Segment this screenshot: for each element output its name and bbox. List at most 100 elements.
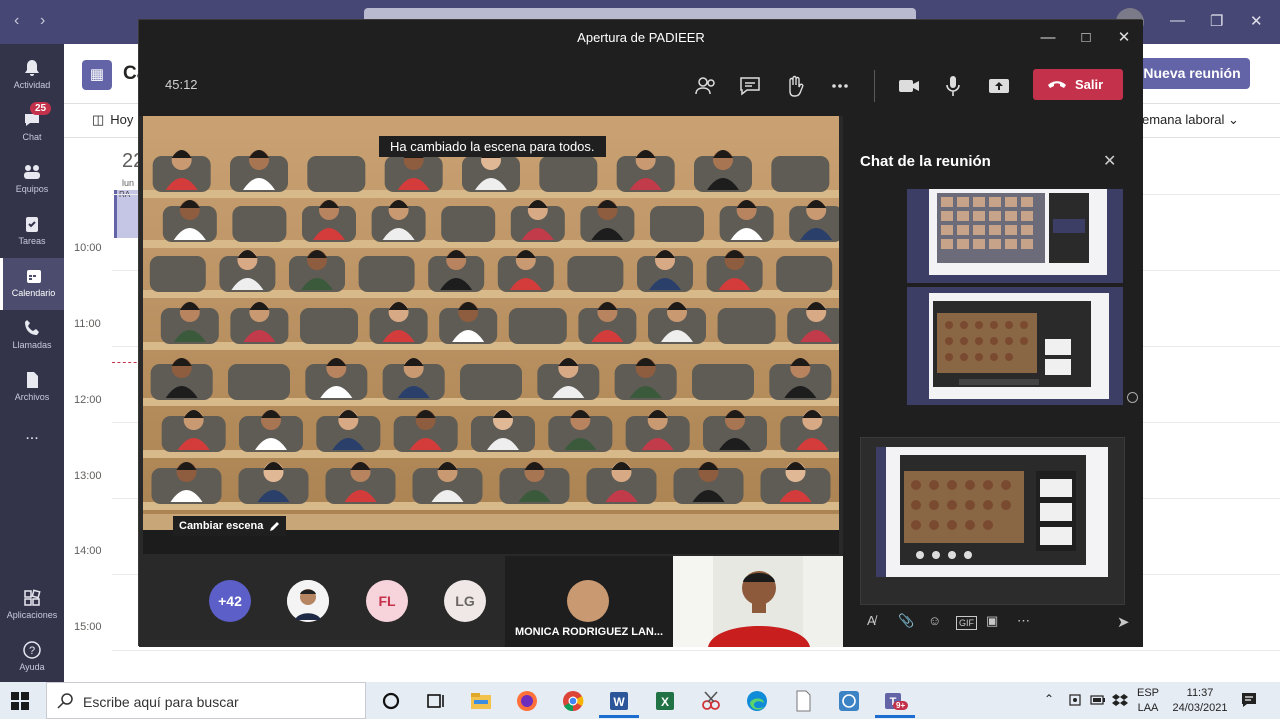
rail-label: Aplicaciones [6,610,58,620]
cortana-icon[interactable] [378,688,404,714]
rail-item-help[interactable]: ? Ayuda [0,632,64,684]
word-icon[interactable]: W [606,688,632,714]
participant-avatar[interactable] [287,580,329,622]
keyboard-language[interactable]: ESP LAA [1136,686,1160,716]
pasted-image [876,447,1108,577]
rail-label: Actividad [13,80,51,90]
chat-icon[interactable] [736,72,764,100]
view-selector[interactable]: emana laboral ⌄ [1142,112,1239,128]
clock-date: 24/03/2021 [1172,702,1228,714]
change-scene-button[interactable]: Cambiar escena [173,516,287,536]
taskbar-clock[interactable]: 11:37 24/03/2021 [1168,686,1232,716]
files-icon [27,372,38,388]
hang-up-icon [1048,81,1066,88]
new-meeting-button[interactable]: Nueva reunión [1134,58,1250,89]
taskbar-search-input[interactable]: Escribe aquí para buscar [46,682,366,719]
participants-icon[interactable] [692,72,720,100]
dropbox-icon[interactable] [1112,693,1128,707]
snipping-tool-icon[interactable] [698,688,724,714]
rail-item-activity[interactable]: Actividad [0,50,64,102]
close-icon[interactable]: ✕ [1250,12,1263,30]
chat-compose-area[interactable] [860,437,1125,605]
share-screen-icon[interactable] [985,72,1013,100]
participant-initials[interactable]: LG [444,580,486,622]
document-icon[interactable] [790,688,816,714]
close-icon[interactable]: ✕ [1103,151,1116,171]
send-icon[interactable]: ➤ [1117,613,1130,631]
calendar-event[interactable]: RA [114,190,138,238]
close-icon[interactable]: ✕ [1105,20,1143,56]
auditorium-seat [460,364,522,400]
hour-label: 13:00 [74,470,102,482]
avatar-photo [287,580,329,622]
format-icon[interactable]: A̸ [867,613,876,628]
raise-hand-icon[interactable] [782,72,810,100]
file-explorer-icon[interactable] [468,688,494,714]
leave-button[interactable]: Salir [1033,69,1123,100]
defender-icon[interactable] [1068,693,1082,707]
hour-label: 14:00 [74,545,102,557]
auditorium-seat [441,206,496,242]
rail-item-tasks[interactable]: Tareas [0,206,64,258]
excel-icon[interactable]: X [652,688,678,714]
rail-item-chat[interactable]: 25 Chat [0,102,64,154]
phone-icon [25,320,39,335]
compose-toolbar: A̸ 📎 ☺ GIF ▣ ⋯ ➤ [865,613,1135,635]
rail-item-apps[interactable]: Aplicaciones [0,580,64,632]
app-icon[interactable] [836,688,862,714]
more-participants-button[interactable]: +42 [209,580,251,622]
chrome-icon[interactable] [560,688,586,714]
minimize-icon[interactable]: — [1029,20,1067,56]
meeting-window: Apertura de PADIEER — □ ✕ 45:12 Salir Ha… [138,19,1143,647]
maximize-icon[interactable]: ❐ [1210,12,1223,30]
chat-message-image[interactable] [907,287,1123,405]
screenshot-thumbnail [921,189,1107,275]
participant-initials[interactable]: FL [366,580,408,622]
back-icon[interactable]: ‹ [14,12,19,30]
chat-message-image[interactable] [907,189,1123,283]
participant-tile[interactable]: MONICA RODRIGUEZ LAN... [505,556,673,647]
forward-icon[interactable]: › [40,12,45,30]
rail-item-files[interactable]: Archivos [0,362,64,414]
chat-panel: Chat de la reunión ✕ A̸ 📎 ☺ GIF ▣ ⋯ ➤ [843,116,1143,647]
teams-icon [24,165,40,179]
notification-center-icon[interactable] [1240,692,1258,708]
pasted-screenshot [876,447,1108,577]
svg-text:W: W [613,695,625,709]
clock-time: 11:37 [1186,687,1214,699]
edge-icon[interactable] [744,688,770,714]
windows-start-icon[interactable] [10,691,30,711]
rail-item-calendar[interactable]: Calendario [0,258,64,310]
auditorium-scene [143,116,839,554]
task-view-icon[interactable] [422,688,448,714]
more-options-icon[interactable] [826,72,854,100]
rail-item-teams[interactable]: Equipos [0,154,64,206]
meeting-toolbar: 45:12 Salir [139,56,1143,116]
chat-panel-title: Chat de la reunión [860,153,991,170]
auditorium-seat [300,308,358,344]
today-button[interactable]: ◫ Hoy [92,112,133,128]
chevron-up-icon[interactable]: ⌃ [1044,692,1054,707]
bell-icon [25,60,39,76]
svg-text:?: ? [29,645,35,657]
maximize-icon[interactable]: □ [1067,20,1105,56]
camera-icon[interactable] [895,72,923,100]
tasks-icon [26,217,38,232]
rail-item-calls[interactable]: Llamadas [0,310,64,362]
self-video-feed [673,556,843,647]
attach-icon[interactable]: 📎 [898,613,914,629]
hour-label: 12:00 [74,394,102,406]
gif-icon[interactable]: GIF [956,616,977,630]
rail-label: Calendario [11,288,56,298]
firefox-icon[interactable] [514,688,540,714]
emoji-icon[interactable]: ☺ [928,613,941,628]
minimize-icon[interactable]: — [1170,12,1185,29]
self-video-tile[interactable] [673,556,843,647]
auditorium-seat [692,364,754,400]
teams-badge: 9+ [893,701,909,710]
more-options-icon[interactable]: ⋯ [1017,613,1030,629]
rail-item-more[interactable]: ... [0,422,64,474]
microphone-icon[interactable] [939,72,967,100]
sticker-icon[interactable]: ▣ [986,613,998,629]
calendar-icon [26,270,41,283]
